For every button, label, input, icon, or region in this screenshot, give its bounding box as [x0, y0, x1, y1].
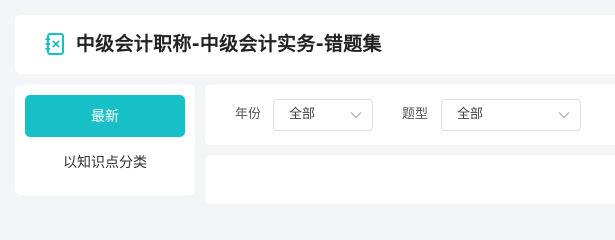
- year-select[interactable]: 全部: [273, 99, 373, 131]
- year-select-value: 全部: [289, 107, 316, 122]
- type-select-value: 全部: [457, 107, 484, 122]
- question-list-panel: [205, 155, 615, 203]
- newest-button[interactable]: 最新: [25, 95, 185, 137]
- page-title: 中级会计职称-中级会计实务-错题集: [76, 33, 382, 55]
- chevron-down-icon: [558, 112, 570, 119]
- type-select[interactable]: 全部: [441, 99, 581, 131]
- by-knowledge-button[interactable]: 以知识点分类: [25, 149, 185, 175]
- year-filter-label: 年份: [235, 107, 262, 122]
- page-header: 中级会计职称-中级会计实务-错题集: [15, 15, 615, 74]
- type-filter-label: 题型: [402, 107, 429, 122]
- notebook-x-icon: [45, 33, 64, 55]
- sidebar-panel: 最新 以知识点分类: [15, 85, 195, 195]
- filter-bar: 年份 全部 题型 全部: [205, 85, 615, 145]
- chevron-down-icon: [350, 112, 362, 119]
